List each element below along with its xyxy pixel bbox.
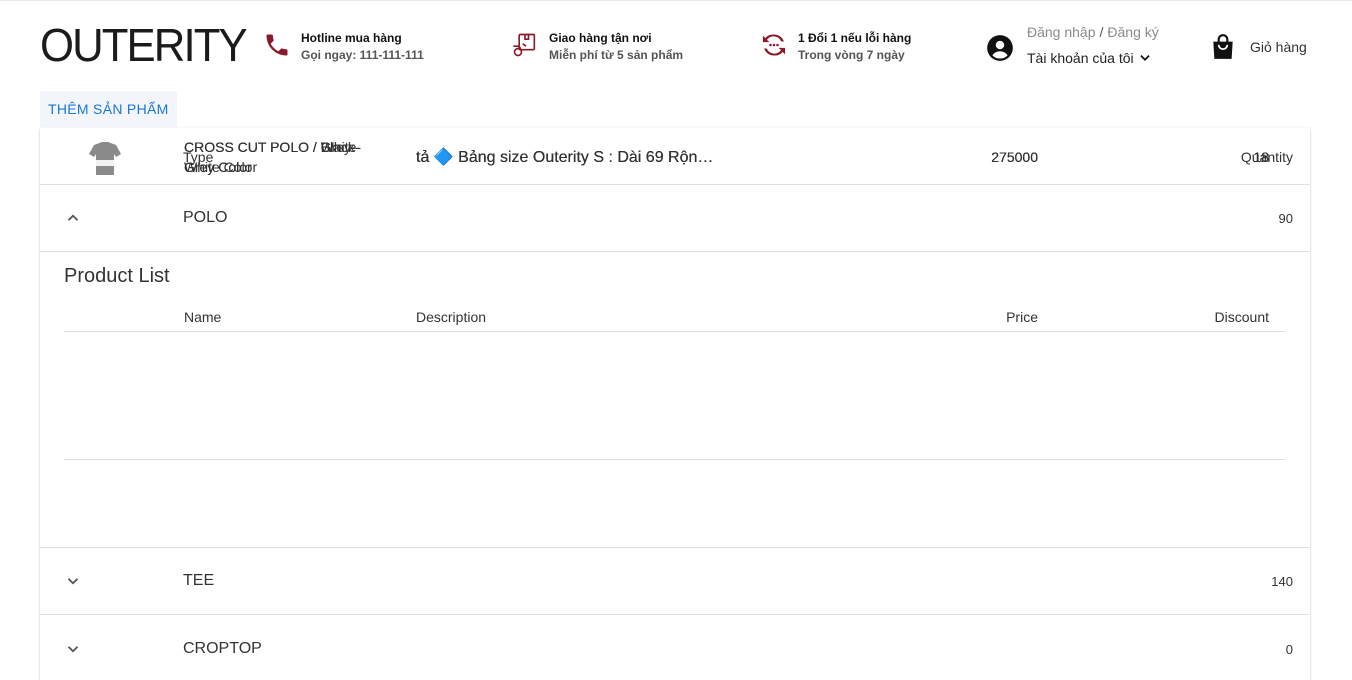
group-row-croptop: CROPTOP 0: [40, 616, 1310, 680]
hotline-title: Hotline mua hàng: [301, 31, 402, 45]
exchange-subtitle: Trong vòng 7 ngày: [798, 48, 905, 62]
group-name: CROPTOP: [183, 640, 262, 657]
auth-separator: /: [1099, 24, 1104, 40]
product-name: CROSS CUT POLO / Grey-White Color: [184, 139, 356, 175]
exchange-title: 1 Đổi 1 nếu lỗi hàng: [798, 31, 912, 45]
header-divider: [64, 331, 1285, 332]
login-link[interactable]: Đăng nhập: [1027, 24, 1096, 40]
exchange-feature: 1 Đổi 1 nếu lỗi hàng Trong vòng 7 ngày: [760, 30, 911, 64]
group-quantity: 0: [1285, 642, 1293, 657]
chevron-down-icon: [1139, 55, 1150, 61]
col-price: Price: [1006, 309, 1038, 325]
product-list-overlay: Name Description Price Discount CROSS CU…: [40, 133, 1310, 548]
my-account-label: Tài khoản của tôi: [1027, 50, 1134, 66]
product-thumbnail: [80, 133, 130, 183]
col-description: Description: [416, 309, 487, 325]
hotline-subtitle: Gọi ngay: 111-111-111: [301, 48, 424, 62]
my-account-dropdown[interactable]: Tài khoản của tôi: [1027, 50, 1152, 66]
product-description: tả 🔷 Bảng size Outerity S : Dài 69 Rộng …: [416, 149, 716, 166]
delivery-title: Giao hàng tận nơi: [549, 31, 652, 45]
phone-icon: [266, 34, 288, 56]
register-link[interactable]: Đăng ký: [1107, 24, 1158, 40]
cart-link[interactable]: Giỏ hàng: [1210, 33, 1307, 61]
col-discount: Discount: [1214, 309, 1269, 325]
delivery-icon: [513, 33, 536, 57]
exchange-icon: [762, 34, 786, 56]
delivery-subtitle: Miễn phí từ 5 sản phẩm: [549, 48, 684, 62]
delivery-feature: Giao hàng tận nơi Miễn phí từ 5 sản phẩm: [511, 30, 683, 64]
site-header: OUTERITY Hotline mua hàng Gọi ngay: 111-…: [0, 0, 1352, 90]
hotline-feature: Hotline mua hàng Gọi ngay: 111-111-111: [263, 30, 424, 64]
add-product-button[interactable]: THÊM SẢN PHẨM: [40, 91, 177, 127]
product-list-body: Name Description Price Discount CROSS CU…: [64, 124, 1285, 624]
col-name: Name: [184, 309, 222, 325]
auth-links: Đăng nhập / Đăng ký: [1027, 24, 1159, 40]
shopping-bag-icon: [1213, 34, 1233, 59]
chevron-down-icon[interactable]: [64, 640, 82, 658]
cart-label: Giỏ hàng: [1250, 39, 1307, 55]
account-circle-icon[interactable]: [986, 34, 1014, 62]
brand-logo[interactable]: OUTERITY: [40, 22, 248, 68]
product-price: 275000: [991, 149, 1038, 165]
product-discount: 18: [1253, 149, 1269, 165]
